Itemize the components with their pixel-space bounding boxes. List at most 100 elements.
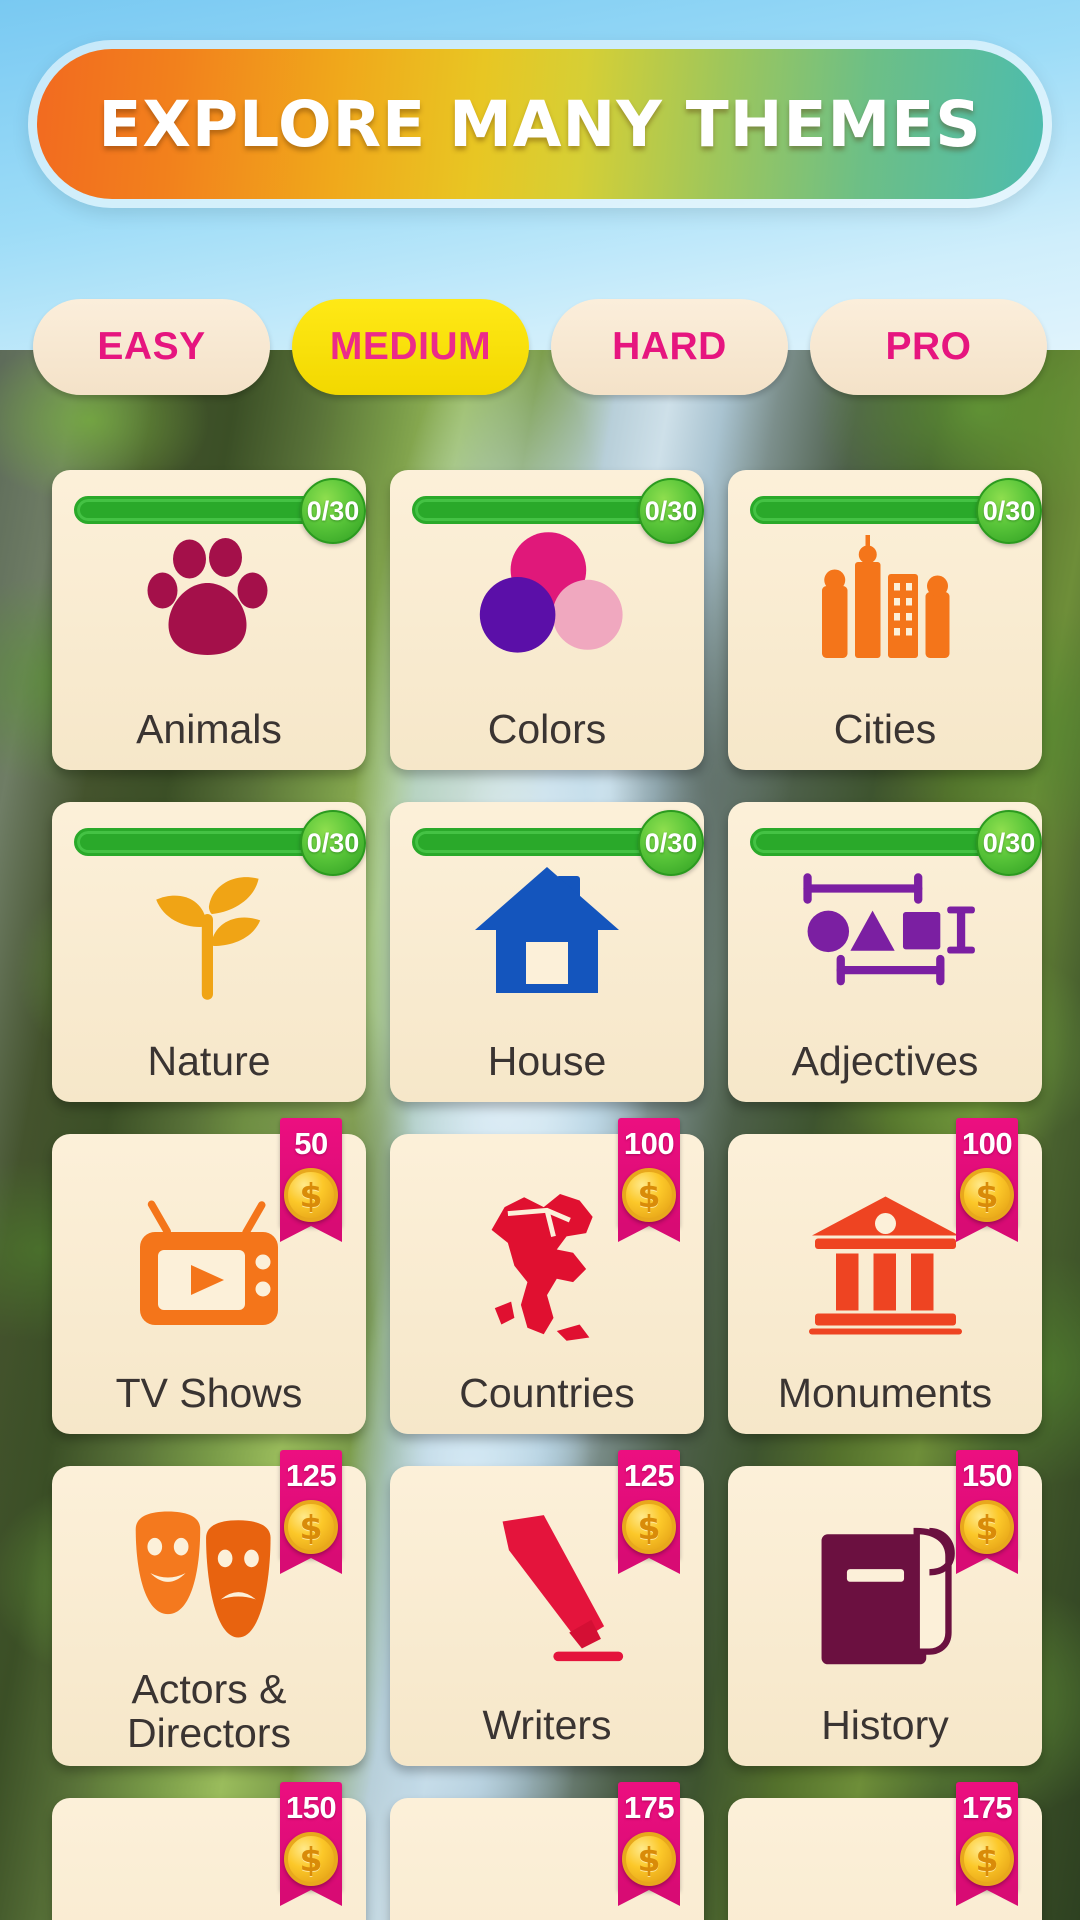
- progress-count-badge: 0/30: [976, 810, 1042, 876]
- promo-banner-gradient: EXPLORE MANY THEMES: [37, 49, 1043, 199]
- theme-card-label: Nature: [147, 1038, 271, 1085]
- theme-card-monuments[interactable]: 100 $ Monuments: [728, 1118, 1042, 1434]
- coin-icon: $: [960, 1500, 1014, 1554]
- unlock-cost-ribbon: 50 $: [280, 1118, 342, 1242]
- theme-card-history[interactable]: 150 $ History: [728, 1450, 1042, 1766]
- unlock-cost-value: 175: [961, 1790, 1013, 1825]
- difficulty-tab-hard[interactable]: HARD: [551, 299, 788, 395]
- unlock-cost-value: 150: [961, 1458, 1013, 1493]
- progress-count-label: 0/30: [644, 495, 698, 526]
- coin-symbol: $: [637, 1175, 661, 1215]
- progress-count-label: 0/30: [306, 827, 360, 858]
- difficulty-tab-label: EASY: [97, 325, 206, 368]
- progress-count-label: 0/30: [982, 827, 1036, 858]
- theme-card-label: Animals: [136, 706, 282, 753]
- progress-indicator: 0/30: [750, 810, 1042, 876]
- progress-bar-track: [750, 496, 998, 524]
- theme-card-colors[interactable]: 0/30 Colors: [390, 470, 704, 770]
- unlock-cost-ribbon: 125 $: [618, 1450, 680, 1574]
- difficulty-tab-medium[interactable]: MEDIUM: [292, 299, 529, 395]
- coin-symbol: $: [637, 1839, 661, 1879]
- promo-banner-title: EXPLORE MANY THEMES: [98, 87, 982, 161]
- coin-icon: $: [284, 1168, 338, 1222]
- difficulty-tab-label: MEDIUM: [329, 325, 492, 368]
- coin-icon: $: [284, 1832, 338, 1886]
- theme-card-label: History: [821, 1702, 949, 1749]
- theme-card-label: Colors: [487, 706, 607, 753]
- unlock-cost-ribbon: 175 $: [618, 1782, 680, 1906]
- progress-indicator: 0/30: [74, 810, 366, 876]
- difficulty-tab-label: HARD: [612, 325, 727, 368]
- coin-icon: $: [960, 1168, 1014, 1222]
- coin-symbol: $: [299, 1507, 323, 1547]
- progress-count-badge: 0/30: [300, 478, 366, 544]
- unlock-cost-value: 125: [623, 1458, 675, 1493]
- theme-card-grid: 0/30 Animals 0/30 Colors 0/30 Cities 0/30 N…: [52, 470, 1042, 1920]
- progress-bar-track: [750, 828, 998, 856]
- unlock-cost-ribbon: 125 $: [280, 1450, 342, 1574]
- progress-indicator: 0/30: [412, 478, 704, 544]
- theme-card-tv-shows[interactable]: 50 $ TV Shows: [52, 1118, 366, 1434]
- theme-card-label: Cities: [833, 706, 937, 753]
- coin-icon: $: [622, 1500, 676, 1554]
- theme-card-label: Writers: [482, 1702, 612, 1749]
- progress-bar-track: [412, 496, 660, 524]
- coin-symbol: $: [299, 1839, 323, 1879]
- coin-symbol: $: [637, 1507, 661, 1547]
- theme-card-label: House: [487, 1038, 607, 1085]
- coin-symbol: $: [975, 1507, 999, 1547]
- unlock-cost-value: 175: [623, 1790, 675, 1825]
- theme-card-house[interactable]: 0/30 House: [390, 802, 704, 1102]
- progress-indicator: 0/30: [750, 478, 1042, 544]
- unlock-cost-value: 125: [285, 1458, 337, 1493]
- theme-card-locked-14[interactable]: 175 $: [728, 1782, 1042, 1920]
- coin-icon: $: [960, 1832, 1014, 1886]
- progress-count-label: 0/30: [306, 495, 360, 526]
- theme-card-label: Monuments: [777, 1370, 993, 1417]
- theme-card-nature[interactable]: 0/30 Nature: [52, 802, 366, 1102]
- difficulty-tab-easy[interactable]: EASY: [33, 299, 270, 395]
- progress-count-badge: 0/30: [976, 478, 1042, 544]
- progress-count-label: 0/30: [982, 495, 1036, 526]
- progress-indicator: 0/30: [74, 478, 366, 544]
- theme-card-locked-13[interactable]: 175 $: [390, 1782, 704, 1920]
- progress-bar-track: [74, 496, 322, 524]
- unlock-cost-value: 150: [285, 1790, 337, 1825]
- difficulty-tab-bar: EASY MEDIUM HARD PRO: [33, 299, 1047, 395]
- coin-icon: $: [284, 1500, 338, 1554]
- theme-card-countries[interactable]: 100 $ Countries: [390, 1118, 704, 1434]
- coin-symbol: $: [975, 1175, 999, 1215]
- unlock-cost-ribbon: 175 $: [956, 1782, 1018, 1906]
- unlock-cost-value: 100: [623, 1126, 675, 1161]
- theme-card-label: Actors & Directors: [126, 1666, 292, 1757]
- unlock-cost-ribbon: 100 $: [956, 1118, 1018, 1242]
- theme-card-animals[interactable]: 0/30 Animals: [52, 470, 366, 770]
- coin-icon: $: [622, 1832, 676, 1886]
- difficulty-tab-label: PRO: [885, 325, 972, 368]
- theme-card-writers[interactable]: 125 $ Writers: [390, 1450, 704, 1766]
- theme-card-label: Adjectives: [791, 1038, 979, 1085]
- promo-banner: EXPLORE MANY THEMES: [28, 40, 1052, 208]
- unlock-cost-value: 100: [961, 1126, 1013, 1161]
- theme-card-label: TV Shows: [115, 1370, 303, 1417]
- progress-bar-track: [412, 828, 660, 856]
- progress-indicator: 0/30: [412, 810, 704, 876]
- difficulty-tab-pro[interactable]: PRO: [810, 299, 1047, 395]
- progress-count-badge: 0/30: [638, 478, 704, 544]
- coin-symbol: $: [299, 1175, 323, 1215]
- coin-symbol: $: [975, 1839, 999, 1879]
- progress-count-label: 0/30: [644, 827, 698, 858]
- theme-card-actors-directors[interactable]: 125 $ Actors & Directors: [52, 1450, 366, 1766]
- unlock-cost-ribbon: 100 $: [618, 1118, 680, 1242]
- progress-count-badge: 0/30: [300, 810, 366, 876]
- unlock-cost-value: 50: [294, 1126, 328, 1161]
- progress-bar-track: [74, 828, 322, 856]
- theme-card-locked-12[interactable]: 150 $: [52, 1782, 366, 1920]
- theme-card-cities[interactable]: 0/30 Cities: [728, 470, 1042, 770]
- coin-icon: $: [622, 1168, 676, 1222]
- theme-card-label: Countries: [459, 1370, 635, 1417]
- unlock-cost-ribbon: 150 $: [280, 1782, 342, 1906]
- unlock-cost-ribbon: 150 $: [956, 1450, 1018, 1574]
- theme-card-adjectives[interactable]: 0/30 Adjectives: [728, 802, 1042, 1102]
- progress-count-badge: 0/30: [638, 810, 704, 876]
